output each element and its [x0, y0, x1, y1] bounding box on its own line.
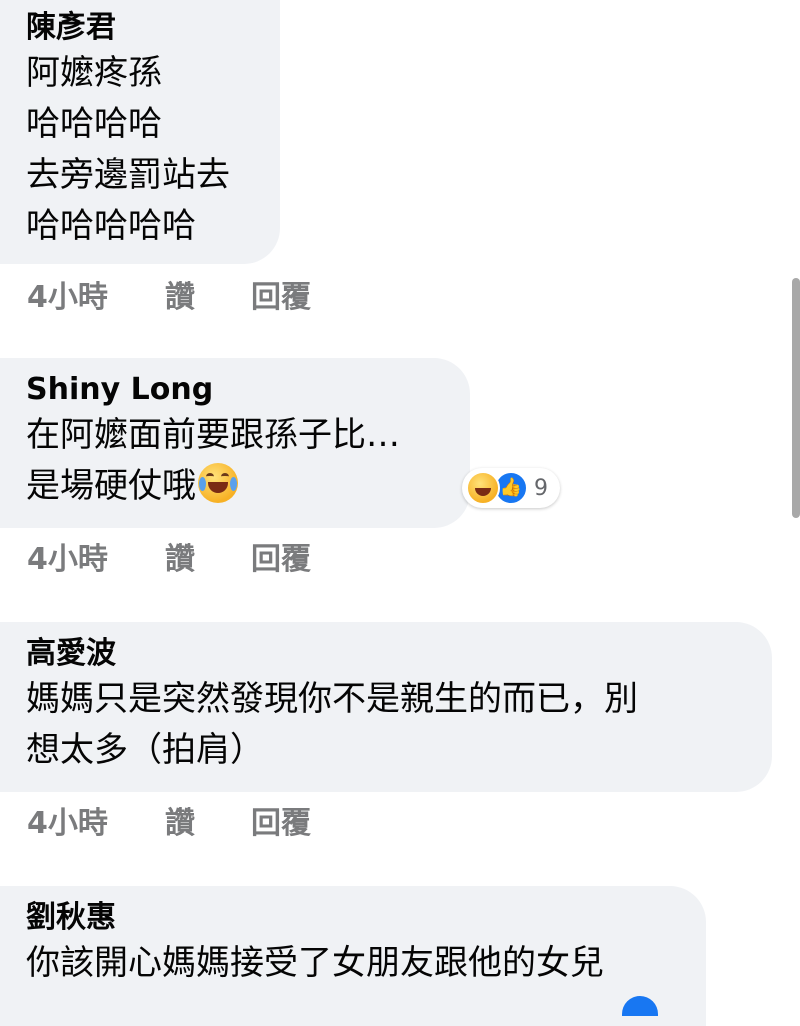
comment-line: 去旁邊罰站去: [26, 155, 230, 195]
comment-line: 在阿嬤面前要跟孫子比…: [26, 415, 400, 455]
comment-line: 你該開心媽媽接受了女朋友跟他的女兒: [26, 943, 604, 983]
comment-line: 是場硬仗哦: [26, 461, 444, 512]
comment-bubble: 高愛波 媽媽只是突然發現你不是親生的而已，別 想太多（拍肩）: [0, 622, 772, 792]
comment-timestamp[interactable]: 4小時: [27, 798, 165, 842]
comment-author[interactable]: Shiny Long: [26, 370, 444, 410]
reaction-count: 9: [534, 475, 548, 501]
comment-bubble: 劉秋惠 你該開心媽媽接受了女朋友跟他的女兒: [0, 886, 706, 1026]
scrollbar[interactable]: [792, 278, 800, 518]
comment-author[interactable]: 劉秋惠: [26, 898, 680, 938]
comment-line: 媽媽只是突然發現你不是親生的而已，別: [26, 679, 638, 719]
reply-link[interactable]: 回覆: [251, 798, 311, 842]
comment-line: 哈哈哈哈哈: [26, 206, 196, 246]
like-link[interactable]: 讚: [165, 272, 251, 316]
crying-laughing-emoji: [198, 463, 238, 503]
comment-timestamp[interactable]: 4小時: [27, 272, 165, 316]
comment-line: 想太多（拍肩）: [26, 730, 264, 770]
like-link[interactable]: 讚: [165, 798, 251, 842]
comment-author[interactable]: 陳彥君: [26, 8, 254, 48]
haha-reaction-icon: [466, 471, 500, 505]
comment-author[interactable]: 高愛波: [26, 634, 746, 674]
comment-line: 哈哈哈哈: [26, 104, 162, 144]
reaction-summary[interactable]: 👍 9: [462, 468, 560, 508]
reply-link[interactable]: 回覆: [251, 534, 311, 578]
reply-link[interactable]: 回覆: [251, 272, 311, 316]
comment-bubble: Shiny Long 在阿嬤面前要跟孫子比… 是場硬仗哦: [0, 358, 470, 528]
comment-actions: 4小時 讚 回覆: [27, 272, 311, 316]
comment-timestamp[interactable]: 4小時: [27, 534, 165, 578]
comment-actions: 4小時 讚 回覆: [27, 534, 311, 578]
comment-actions: 4小時 讚 回覆: [27, 798, 311, 842]
like-link[interactable]: 讚: [165, 534, 251, 578]
comment-line: 阿嬤疼孫: [26, 53, 162, 93]
comment-bubble: 陳彥君 阿嬤疼孫 哈哈哈哈 去旁邊罰站去 哈哈哈哈哈: [0, 0, 280, 264]
